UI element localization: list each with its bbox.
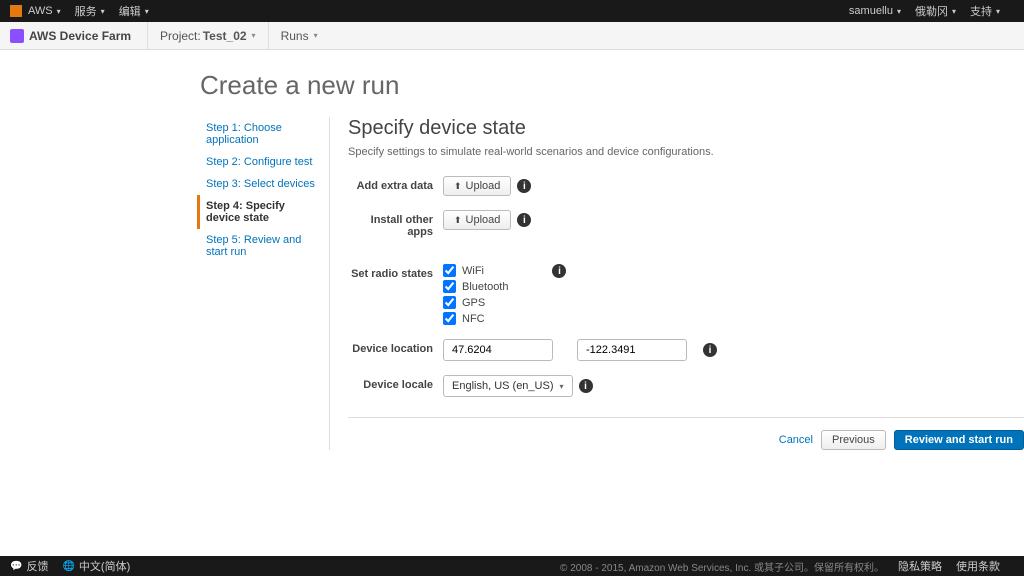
runs-breadcrumb[interactable]: Runs▾	[268, 22, 330, 50]
review-start-button[interactable]: Review and start run	[894, 430, 1024, 450]
aws-logo-icon[interactable]	[10, 5, 22, 17]
nfc-label: NFC	[462, 313, 485, 325]
region-menu[interactable]: 俄勒冈▾	[915, 3, 956, 19]
panel-heading: Specify device state	[348, 117, 1024, 140]
longitude-input[interactable]	[577, 339, 687, 361]
gps-checkbox[interactable]	[443, 296, 456, 309]
page-title: Create a new run	[200, 70, 1024, 101]
bluetooth-checkbox[interactable]	[443, 280, 456, 293]
service-bar: AWS Device Farm Project: Test_02 ▾ Runs▾	[0, 22, 1024, 50]
edit-menu[interactable]: 编辑▾	[119, 3, 149, 19]
step-3[interactable]: Step 3: Select devices	[200, 173, 321, 195]
chevron-down-icon: ▾	[560, 382, 564, 391]
privacy-link[interactable]: 隐私策略	[898, 558, 942, 574]
wifi-label: WiFi	[462, 265, 484, 277]
locale-select[interactable]: English, US (en_US) ▾	[443, 375, 573, 397]
copyright-text: © 2008 - 2015, Amazon Web Services, Inc.…	[560, 559, 884, 574]
nfc-checkbox[interactable]	[443, 312, 456, 325]
gps-label: GPS	[462, 297, 485, 309]
upload-icon	[454, 214, 462, 226]
install-other-apps-label: Install other apps	[348, 210, 443, 238]
terms-link[interactable]: 使用条款	[956, 558, 1000, 574]
aws-menu[interactable]: AWS▾	[28, 5, 61, 17]
project-name: Test_02	[203, 29, 247, 43]
help-install-apps-icon[interactable]: i	[517, 213, 531, 227]
add-extra-data-label: Add extra data	[348, 176, 443, 192]
upload-other-apps-button[interactable]: Upload	[443, 210, 511, 230]
project-prefix: Project:	[160, 29, 201, 43]
upload-extra-data-button[interactable]: Upload	[443, 176, 511, 196]
cancel-link[interactable]: Cancel	[779, 434, 813, 446]
project-breadcrumb[interactable]: Project: Test_02 ▾	[147, 22, 268, 50]
step-4[interactable]: Step 4: Specify device state	[197, 195, 321, 229]
wizard-actions: Cancel Previous Review and start run	[348, 417, 1024, 450]
feedback-link[interactable]: 反馈	[10, 558, 48, 574]
help-radio-states-icon[interactable]: i	[552, 264, 566, 278]
bluetooth-checkbox-row[interactable]: Bluetooth	[443, 280, 508, 293]
upload-icon	[454, 180, 462, 192]
nfc-checkbox-row[interactable]: NFC	[443, 312, 508, 325]
radio-states-label: Set radio states	[348, 264, 443, 280]
chat-icon	[10, 560, 22, 572]
services-menu[interactable]: 服务▾	[75, 3, 105, 19]
radio-states-checkboxes: WiFi Bluetooth GPS NFC	[443, 264, 508, 325]
language-selector[interactable]: 中文(简体)	[62, 558, 130, 574]
previous-button[interactable]: Previous	[821, 430, 886, 450]
device-location-label: Device location	[348, 339, 443, 355]
device-farm-icon	[10, 29, 24, 43]
wifi-checkbox[interactable]	[443, 264, 456, 277]
user-menu[interactable]: samuellu▾	[849, 5, 901, 17]
support-menu[interactable]: 支持▾	[970, 3, 1000, 19]
footer-bar: 反馈 中文(简体) © 2008 - 2015, Amazon Web Serv…	[0, 556, 1024, 576]
help-extra-data-icon[interactable]: i	[517, 179, 531, 193]
bluetooth-label: Bluetooth	[462, 281, 508, 293]
help-locale-icon[interactable]: i	[579, 379, 593, 393]
step-2[interactable]: Step 2: Configure test	[200, 151, 321, 173]
help-location-icon[interactable]: i	[703, 343, 717, 357]
service-name[interactable]: AWS Device Farm	[29, 29, 131, 43]
globe-icon	[62, 560, 74, 572]
device-locale-label: Device locale	[348, 375, 443, 391]
step-1[interactable]: Step 1: Choose application	[200, 117, 321, 151]
wifi-checkbox-row[interactable]: WiFi	[443, 264, 508, 277]
step-5[interactable]: Step 5: Review and start run	[200, 229, 321, 263]
gps-checkbox-row[interactable]: GPS	[443, 296, 508, 309]
global-nav: AWS▾ 服务▾ 编辑▾ samuellu▾ 俄勒冈▾ 支持▾	[0, 0, 1024, 22]
latitude-input[interactable]	[443, 339, 553, 361]
wizard-steps: Step 1: Choose application Step 2: Confi…	[200, 117, 330, 450]
locale-selected-value: English, US (en_US)	[452, 380, 554, 392]
panel-subtitle: Specify settings to simulate real-world …	[348, 146, 1024, 158]
